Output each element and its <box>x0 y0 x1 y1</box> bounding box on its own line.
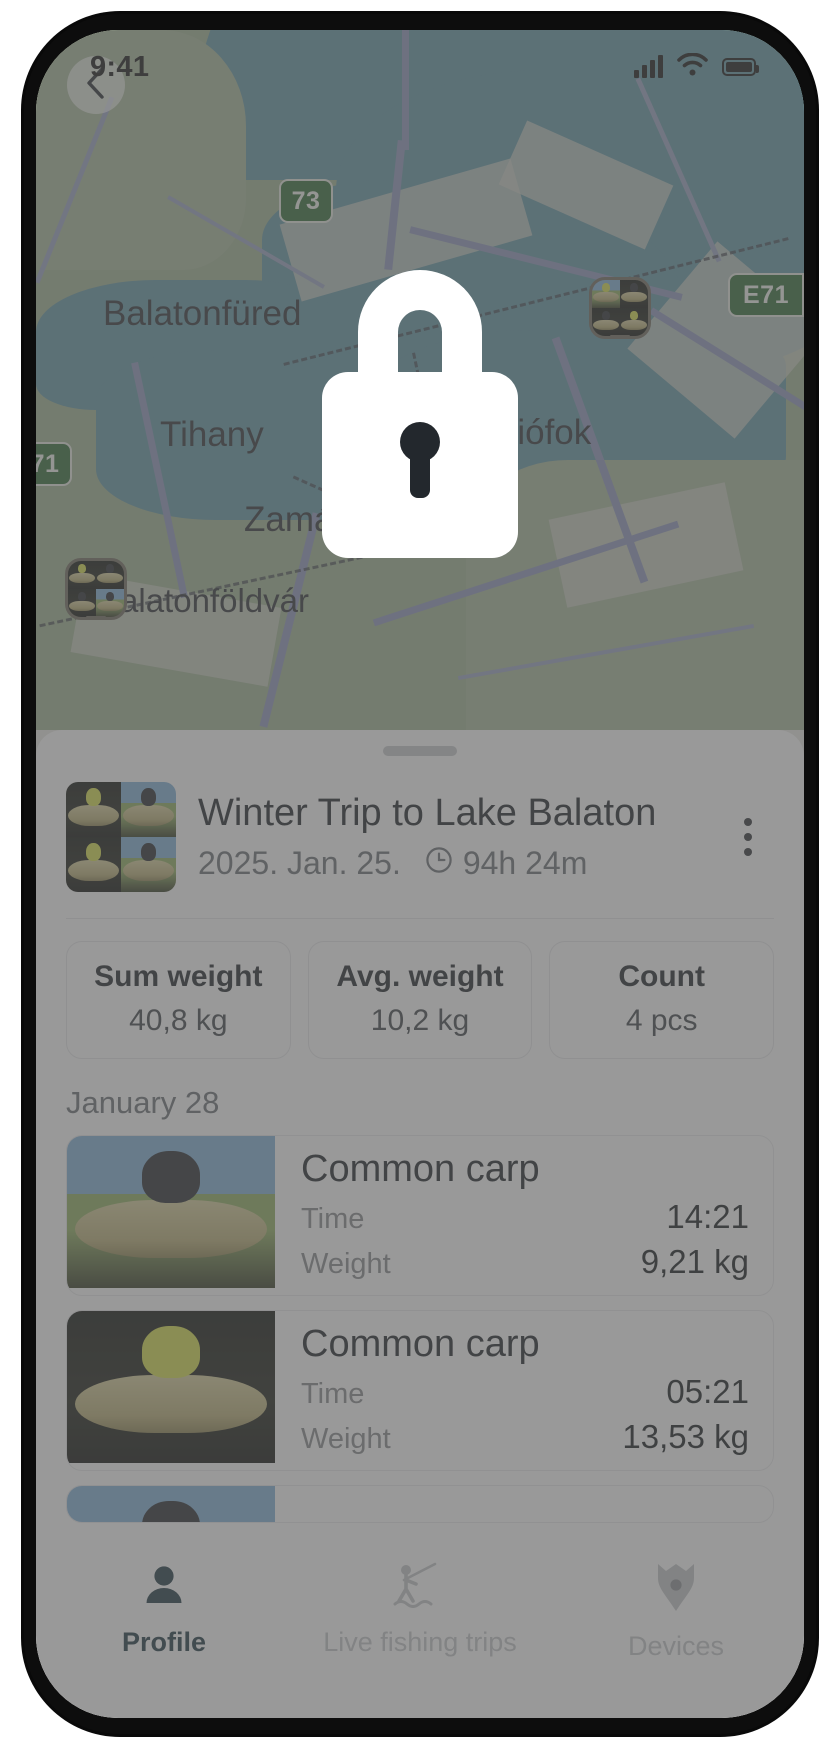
lock-icon <box>322 270 518 558</box>
phone-screen: 73 E71 71 Balatonfüred Tihany Zamárdi Ba… <box>36 30 804 1718</box>
phone-frame: 73 E71 71 Balatonfüred Tihany Zamárdi Ba… <box>24 14 816 1734</box>
